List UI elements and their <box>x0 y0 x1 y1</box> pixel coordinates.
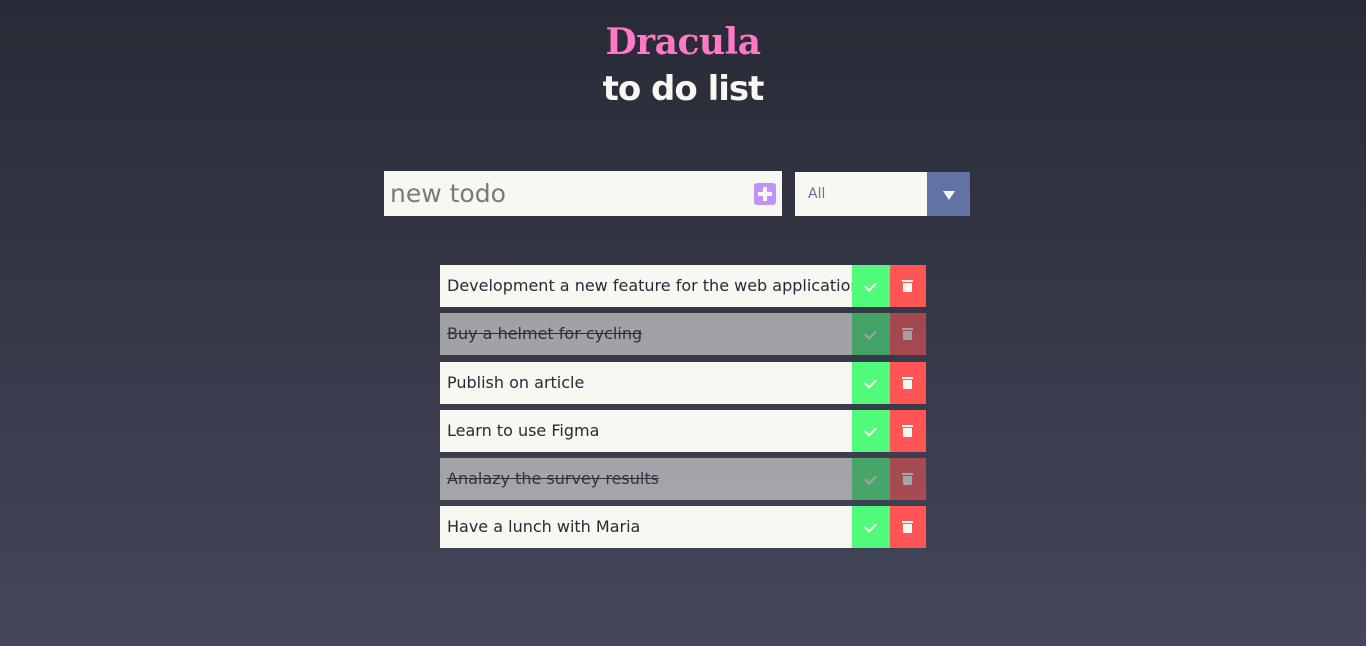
todo-item: Learn to use Figma <box>440 409 926 452</box>
header: Dracula to do list <box>0 20 1366 112</box>
page-subtitle: to do list <box>602 69 765 109</box>
delete-button[interactable] <box>890 265 926 307</box>
delete-button[interactable] <box>890 409 926 452</box>
delete-button[interactable] <box>890 458 926 500</box>
filter-select[interactable]: All <box>795 172 970 216</box>
filter-selected-value: All <box>808 186 826 202</box>
todo-item: Buy a helmet for cycling <box>440 313 926 356</box>
todo-text: Development a new feature for the web ap… <box>447 276 861 295</box>
brand-title: Dracula <box>605 21 761 63</box>
todo-list: Development a new feature for the web ap… <box>440 265 926 555</box>
todo-text: Learn to use Figma <box>447 420 600 440</box>
new-todo-input[interactable] <box>384 171 744 216</box>
todo-text: Have a lunch with Maria <box>447 517 641 537</box>
add-todo-button[interactable] <box>754 183 776 205</box>
complete-button[interactable] <box>852 265 890 307</box>
delete-button[interactable] <box>890 506 926 549</box>
complete-button[interactable] <box>852 506 890 549</box>
todo-item: Have a lunch with Maria <box>440 506 926 549</box>
delete-button[interactable] <box>890 313 926 356</box>
delete-button[interactable] <box>890 361 926 404</box>
todo-item: Analazy the survey results <box>440 458 926 500</box>
complete-button[interactable] <box>852 313 890 356</box>
new-todo-form <box>384 171 782 216</box>
todo-item: Development a new feature for the web ap… <box>440 265 926 307</box>
todo-text: Buy a helmet for cycling <box>447 324 643 344</box>
complete-button[interactable] <box>852 361 890 404</box>
filter-dropdown-button[interactable] <box>927 172 970 216</box>
complete-button[interactable] <box>852 458 890 500</box>
todo-text: Analazy the survey results <box>447 469 659 488</box>
todo-text: Publish on article <box>447 372 585 392</box>
todo-item: Publish on article <box>440 361 926 404</box>
complete-button[interactable] <box>852 409 890 452</box>
